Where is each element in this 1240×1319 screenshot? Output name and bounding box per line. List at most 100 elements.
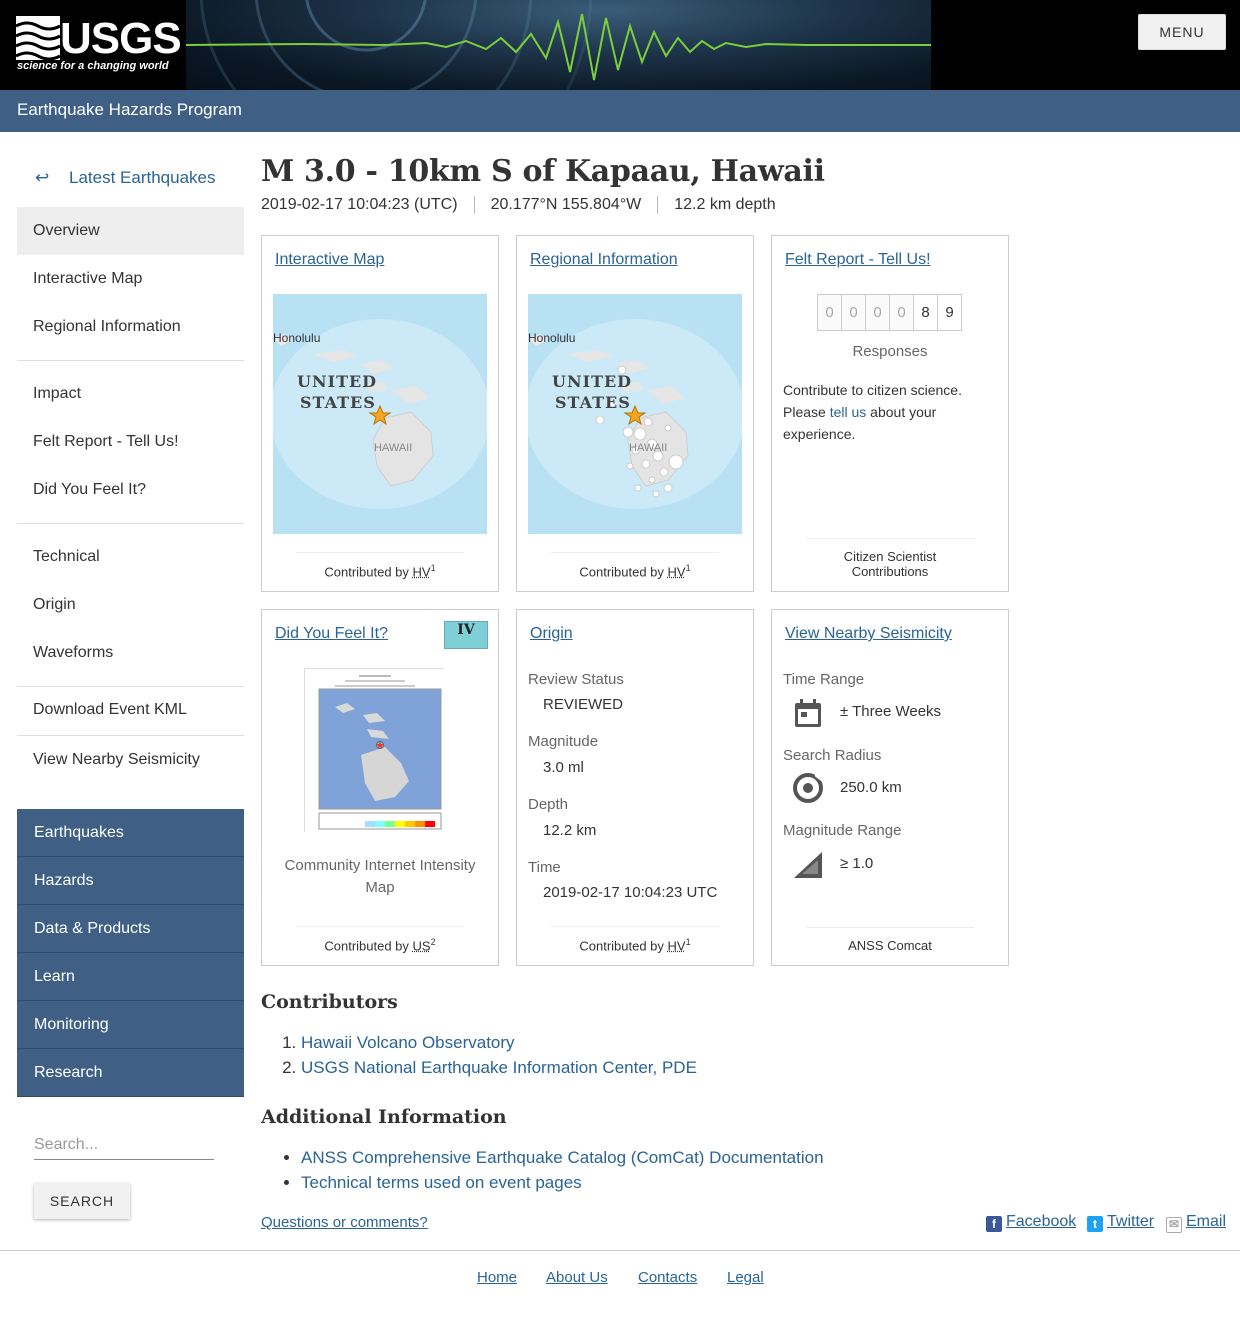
twitter-share[interactable]: t Twitter <box>1087 1213 1154 1232</box>
map-label-honolulu: Honolulu <box>528 331 575 345</box>
search-input[interactable] <box>34 1130 214 1160</box>
nav-monitoring[interactable]: Monitoring <box>17 1001 244 1049</box>
intensity-badge: IV <box>444 621 488 649</box>
map-label-united: UNITED <box>552 372 632 391</box>
questions-link[interactable]: Questions or comments? <box>261 1214 428 1231</box>
search-radius-label: Search Radius <box>783 747 882 764</box>
map-label-states: STATES <box>300 393 376 412</box>
citizen-science-footer: Citizen Scientist Contributions <box>806 538 974 579</box>
sidebar-item-nearby-seismicity[interactable]: View Nearby Seismicity <box>17 736 244 784</box>
footer-legal-link[interactable]: Legal <box>727 1269 764 1286</box>
sidebar-item-impact[interactable]: Impact <box>17 370 244 418</box>
sidebar-divider <box>17 360 244 361</box>
twitter-label: Twitter <box>1107 1213 1155 1230</box>
interactive-map-link[interactable]: Interactive Map <box>275 251 384 269</box>
nearby-seismicity-link[interactable]: View Nearby Seismicity <box>785 625 952 643</box>
tell-us-link[interactable]: tell us <box>830 404 867 420</box>
radius-target-icon <box>793 772 826 803</box>
latest-earthquakes-link[interactable]: ↩ Latest Earthquakes <box>17 155 244 201</box>
menu-button[interactable]: MENU <box>1138 14 1226 50</box>
comcat-footer: ANSS Comcat <box>806 927 974 953</box>
time-range-value: ± Three Weeks <box>840 703 942 720</box>
magnitude-value: 3.0 ml <box>543 759 584 776</box>
footer-contacts-link[interactable]: Contacts <box>638 1269 697 1286</box>
sidebar-divider <box>17 523 244 524</box>
interactive-map-thumbnail[interactable]: Honolulu UNITED STATES HAWAII <box>273 294 487 534</box>
felt-report-link[interactable]: Felt Report - Tell Us! <box>785 251 931 269</box>
list-item: ANSS Comprehensive Earthquake Catalog (C… <box>301 1145 824 1170</box>
contributor-abbr[interactable]: HV <box>668 564 686 579</box>
nav-earthquakes[interactable]: Earthquakes <box>17 809 244 857</box>
origin-card[interactable]: Origin Review Status REVIEWED Magnitude … <box>516 609 754 966</box>
time-label: Time <box>528 859 561 876</box>
counter-digit: 0 <box>841 294 866 331</box>
facebook-share[interactable]: f Facebook <box>986 1213 1076 1232</box>
usgs-wave-icon <box>16 16 60 60</box>
sidebar-item-interactive-map[interactable]: Interactive Map <box>17 255 244 303</box>
regional-information-card[interactable]: Regional Information Honolulu UNITED STA… <box>516 235 754 592</box>
sidebar-item-dyfi[interactable]: Did You Feel It? <box>17 466 244 514</box>
site-header: USGS science for a changing world MENU <box>0 0 1240 90</box>
event-summary: 2019-02-17 10:04:23 (UTC) 20.177°N 155.8… <box>261 196 792 214</box>
sidebar-divider <box>17 686 244 687</box>
event-depth: 12.2 km depth <box>657 196 791 214</box>
felt-report-description: Contribute to citizen science. Please te… <box>783 379 993 445</box>
interactive-map-card[interactable]: Interactive Map Honolulu UNITED STATES H… <box>261 235 499 592</box>
counter-digit: 0 <box>817 294 842 331</box>
logo-wordmark: USGS <box>60 14 182 63</box>
sidebar-item-origin[interactable]: Origin <box>17 581 244 629</box>
technical-terms-link[interactable]: Technical terms used on event pages <box>301 1173 582 1192</box>
email-share[interactable]: ✉ Email <box>1166 1213 1226 1233</box>
dyfi-link[interactable]: Did You Feel It? <box>275 625 388 643</box>
counter-digit: 9 <box>937 294 962 331</box>
sidebar-item-overview[interactable]: Overview <box>17 207 244 255</box>
contributed-by-label: Contributed by <box>324 564 409 579</box>
contributor-abbr[interactable]: US <box>413 938 431 953</box>
site-search <box>34 1130 214 1160</box>
program-title[interactable]: Earthquake Hazards Program <box>17 100 242 120</box>
depth-label: Depth <box>528 796 569 813</box>
list-item: USGS National Earthquake Information Cen… <box>301 1055 697 1080</box>
usgs-logo[interactable]: USGS science for a changing world <box>0 0 186 90</box>
contributed-by-label: Contributed by <box>579 564 664 579</box>
seismogram-banner <box>186 0 931 90</box>
origin-link[interactable]: Origin <box>530 625 573 643</box>
regional-information-link[interactable]: Regional Information <box>530 251 678 269</box>
dyfi-contributor: Contributed by US2 <box>296 925 464 953</box>
footer-about-link[interactable]: About Us <box>546 1269 608 1286</box>
comcat-docs-link[interactable]: ANSS Comprehensive Earthquake Catalog (C… <box>301 1148 824 1167</box>
nav-data-products[interactable]: Data & Products <box>17 905 244 953</box>
counter-digit: 0 <box>889 294 914 331</box>
sidebar-item-regional-information[interactable]: Regional Information <box>17 303 244 351</box>
search-button[interactable]: SEARCH <box>34 1183 130 1219</box>
magnitude-range-value: ≥ 1.0 <box>840 855 874 872</box>
contributor-footnote: 2 <box>430 936 436 947</box>
back-arrow-icon: ↩ <box>35 168 50 187</box>
sidebar-item-felt-report[interactable]: Felt Report - Tell Us! <box>17 418 244 466</box>
felt-report-card[interactable]: Felt Report - Tell Us! 0 0 0 0 8 9 Respo… <box>771 235 1009 592</box>
contributor-link-hv[interactable]: Hawaii Volcano Observatory <box>301 1033 515 1052</box>
sidebar-item-technical[interactable]: Technical <box>17 533 244 581</box>
dyfi-caption: Community Internet Intensity Map <box>284 857 476 896</box>
contributor-abbr[interactable]: HV <box>668 938 686 953</box>
dyfi-card[interactable]: Did You Feel It? IV Community Internet I… <box>261 609 499 966</box>
nav-research[interactable]: Research <box>17 1049 244 1097</box>
sidebar-item-download-kml[interactable]: Download Event KML <box>17 696 244 735</box>
event-time: 2019-02-17 10:04:23 (UTC) <box>261 196 458 213</box>
nav-hazards[interactable]: Hazards <box>17 857 244 905</box>
nearby-seismicity-card[interactable]: View Nearby Seismicity Time Range ± Thre… <box>771 609 1009 966</box>
footer-home-link[interactable]: Home <box>477 1269 517 1286</box>
time-range-label: Time Range <box>783 671 865 688</box>
contributor-abbr[interactable]: HV <box>413 564 431 579</box>
nav-learn[interactable]: Learn <box>17 953 244 1001</box>
intensity-map-thumbnail[interactable] <box>304 668 445 833</box>
regional-map-thumbnail[interactable]: Honolulu UNITED STATES HAWAII <box>528 294 742 534</box>
sidebar-item-waveforms[interactable]: Waveforms <box>17 629 244 677</box>
depth-value: 12.2 km <box>543 822 597 839</box>
contributor-link-us[interactable]: USGS National Earthquake Information Cen… <box>301 1058 697 1077</box>
review-status-label: Review Status <box>528 671 624 688</box>
map-label-honolulu: Honolulu <box>273 331 320 345</box>
responses-label: Responses <box>852 343 928 360</box>
magnitude-ramp-icon <box>794 852 822 878</box>
contributed-by-label: Contributed by <box>579 938 664 953</box>
